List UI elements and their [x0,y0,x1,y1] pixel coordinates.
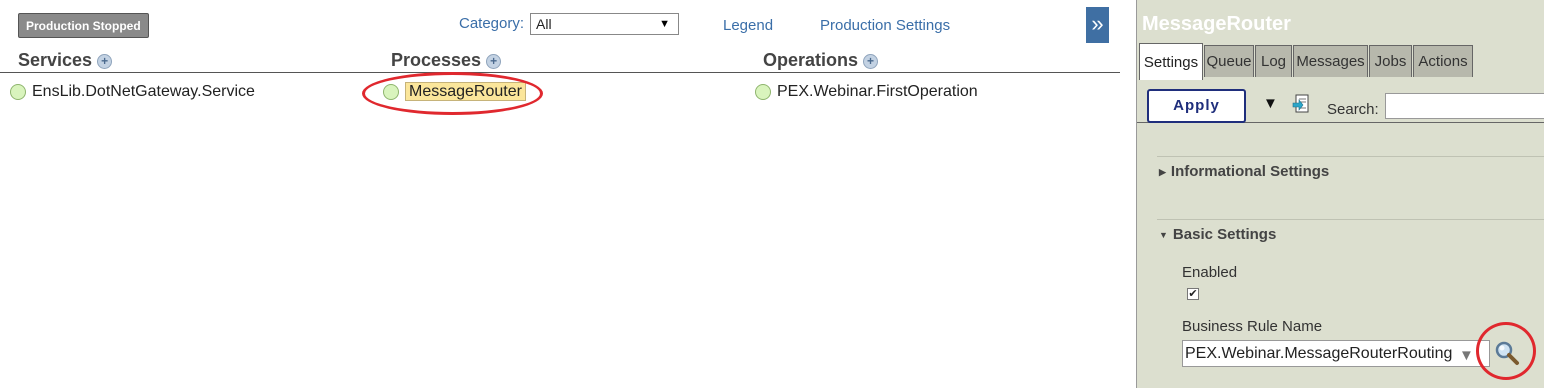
production-diagram: Production Stopped Category: All ▼ Legen… [0,0,1136,388]
service-item-label: EnsLib.DotNetGateway.Service [32,83,255,100]
apply-button[interactable]: Apply [1147,89,1246,123]
services-header: Services + [18,50,113,71]
operations-header-label: Operations [763,50,859,70]
tab-jobs[interactable]: Jobs [1369,45,1412,77]
production-status-badge[interactable]: Production Stopped [18,13,149,38]
annotation-ellipse [362,72,543,115]
section-divider [1157,219,1544,220]
operation-item-label: PEX.Webinar.FirstOperation [777,83,978,100]
basic-settings-label: Basic Settings [1172,226,1277,243]
caret-right-icon: ▶ [1159,166,1166,177]
tab-actions[interactable]: Actions [1413,45,1473,77]
category-label: Category: [459,15,525,32]
settings-panel: MessageRouter Settings Queue Log Message… [1136,0,1544,388]
panel-title: MessageRouter [1142,13,1291,35]
operation-item[interactable]: PEX.Webinar.FirstOperation [755,82,978,102]
legend-link[interactable]: Legend [723,17,773,34]
chevron-down-icon[interactable]: ▼ [1459,347,1474,364]
basic-settings-toggle[interactable]: ▼ Basic Settings [1159,226,1276,243]
production-settings-link[interactable]: Production Settings [820,17,950,34]
business-rule-select[interactable]: PEX.Webinar.MessageRouterRouting [1182,340,1490,367]
informational-settings-label: Informational Settings [1170,163,1330,180]
services-header-label: Services [18,50,93,70]
processes-header-label: Processes [391,50,482,70]
tab-messages[interactable]: Messages [1293,45,1368,77]
caret-down-icon: ▼ [1159,230,1168,241]
enabled-label: Enabled [1182,264,1238,281]
enabled-checkbox[interactable]: ✔ [1187,288,1199,300]
chevron-down-icon: ▼ [659,18,670,30]
operations-header: Operations + [763,50,879,71]
expand-panel-button[interactable]: » [1086,7,1109,43]
tab-log[interactable]: Log [1255,45,1292,77]
business-rule-label: Business Rule Name [1182,318,1323,335]
search-label: Search: [1327,101,1379,118]
add-service-icon[interactable]: + [97,53,113,69]
category-select[interactable]: All ▼ [530,13,679,35]
checkmark-icon: ✔ [1188,288,1198,300]
header-divider [0,72,1120,73]
export-icon[interactable] [1292,94,1310,114]
tab-queue[interactable]: Queue [1204,45,1254,77]
add-process-icon[interactable]: + [486,53,502,69]
funnel-icon[interactable]: ▼ [1263,95,1278,112]
section-divider [1157,156,1544,157]
tab-bar: Settings Queue Log Messages Jobs Actions [1137,43,1544,123]
add-operation-icon[interactable]: + [863,53,879,69]
status-dot-icon [755,83,771,100]
informational-settings-toggle[interactable]: ▶ Informational Settings [1159,163,1329,180]
search-input[interactable] [1385,93,1544,119]
category-value: All [536,16,552,32]
tab-settings[interactable]: Settings [1139,43,1203,80]
annotation-circle [1476,322,1536,380]
status-dot-icon [10,83,26,100]
processes-header: Processes + [391,50,502,71]
service-item[interactable]: EnsLib.DotNetGateway.Service [10,82,255,102]
